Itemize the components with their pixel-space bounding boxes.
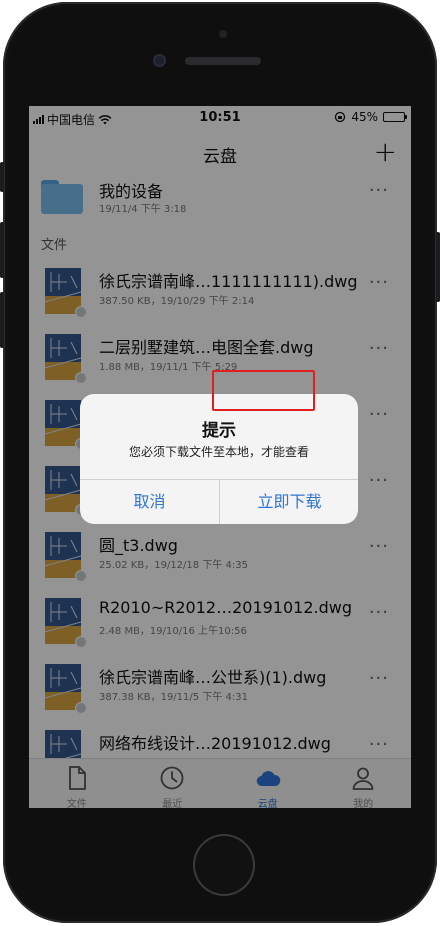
highlight-box [212,370,315,411]
download-alert: 提示 您必须下载文件至本地，才能查看 取消 立即下载 [80,394,358,524]
earpiece-speaker [185,57,261,65]
cancel-button[interactable]: 取消 [80,480,219,524]
volume-up-button [0,222,4,278]
sensor [219,30,227,38]
screen: 中国电信 10:51 45% 云盘 + 我的设备 19/11/4 下午 3:18… [29,106,411,808]
front-camera [153,54,166,67]
volume-down-button [0,292,4,348]
download-now-button[interactable]: 立即下载 [220,480,358,524]
alert-message: 您必须下载文件至本地，才能查看 [128,445,309,459]
alert-title: 提示 [202,421,236,441]
power-button [436,232,440,302]
home-button[interactable] [193,834,255,896]
mute-switch [0,162,4,192]
